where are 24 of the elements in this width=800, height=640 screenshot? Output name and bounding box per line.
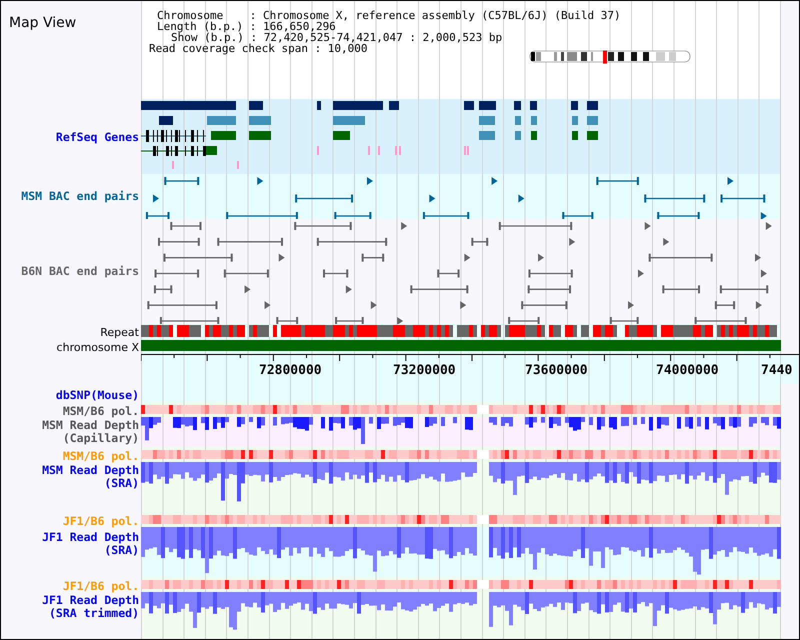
track-label: MSM Read Depth (Capillary) bbox=[41, 419, 139, 445]
axis-label: 74000000 bbox=[656, 364, 719, 377]
track-label: JF1/B6 pol. bbox=[62, 515, 139, 528]
track-label: RefSeq Genes bbox=[56, 131, 139, 144]
track-label: dbSNP(Mouse) bbox=[56, 389, 139, 402]
info-line: Read coverage check span : 10,000 bbox=[149, 42, 368, 55]
info-line: Length (b.p.) : 166,650,296 bbox=[157, 20, 336, 33]
track-label: MSM Read Depth (SRA) bbox=[41, 464, 139, 490]
track-label: chromosome X bbox=[56, 341, 139, 354]
info-line: Show (b.p.) : 72,420,525-74,421,047 : 2,000,523 bp bbox=[171, 31, 502, 44]
info-line: Chromosome : Chromosome X, reference assembly (C57BL/6J) (Build 37) bbox=[157, 9, 621, 22]
track-label: JF1 Read Depth (SRA) bbox=[41, 531, 139, 557]
track-label: JF1 Read Depth (SRA trimmed) bbox=[41, 594, 139, 620]
axis-label: 73600000 bbox=[525, 364, 588, 377]
track-label: MSM BAC end pairs bbox=[21, 190, 139, 203]
track-label: JF1/B6 pol. bbox=[62, 580, 139, 593]
view-title: Map View bbox=[9, 15, 76, 31]
axis-label: 7440 bbox=[761, 364, 792, 377]
axis-label: 73200000 bbox=[393, 364, 456, 377]
track-label: B6N BAC end pairs bbox=[21, 265, 139, 278]
track-label: MSM/B6 pol. bbox=[62, 405, 139, 418]
track-label: MSM/B6 pol. bbox=[62, 450, 139, 463]
axis-label: 72800000 bbox=[259, 364, 322, 377]
track-label: Repeat bbox=[100, 326, 139, 339]
